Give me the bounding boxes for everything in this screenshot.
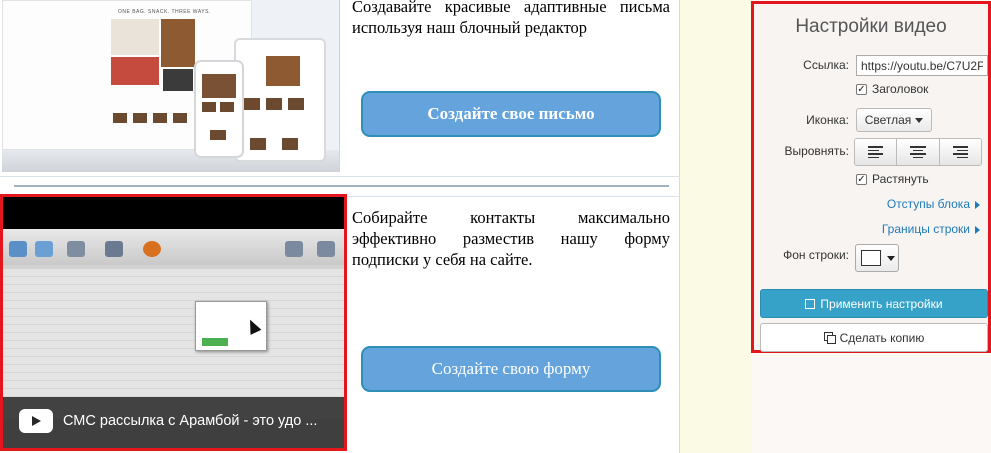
mockup-thumb [173, 113, 187, 123]
row-bg-color-picker[interactable] [855, 244, 899, 272]
align-center-icon [910, 146, 926, 148]
row-bg-label: Фон строки: [783, 248, 849, 262]
mockup-thumb [133, 113, 147, 123]
app-toolbar-icon [143, 241, 161, 257]
row2-description: Собирайте контакты максимально эффективн… [352, 208, 670, 269]
apply-settings-label: Применить настройки [820, 296, 943, 311]
mockup-thumb [250, 138, 266, 150]
icon-style-value: Светлая [864, 113, 912, 127]
align-label: Выровнять: [784, 144, 849, 158]
app-toolbar-icon [317, 241, 335, 257]
caret-right-icon [975, 201, 980, 209]
create-letter-button[interactable]: Создайте свое письмо [361, 91, 661, 137]
create-form-button[interactable]: Создайте свою форму [361, 346, 661, 392]
mockup-photo [161, 19, 195, 67]
mockup-thumb [210, 130, 226, 140]
video-title[interactable]: СМС рассылка с Арамбой - это удо ... [63, 413, 317, 429]
youtube-play-icon[interactable] [19, 409, 53, 433]
mockup-thumb [282, 138, 298, 150]
mockup-photo [163, 69, 193, 91]
email-template-mockup-image[interactable]: ONE BAG. SNACK. THREE WAYS. [2, 0, 340, 172]
editor-area: ONE BAG. SNACK. THREE WAYS. Создавайте к… [0, 0, 752, 453]
panel-title: Настройки видео [795, 16, 947, 37]
mockup-heading: ONE BAG. SNACK. THREE WAYS. [118, 9, 211, 15]
mockup-photo [202, 74, 236, 98]
mockup-thumb [153, 113, 167, 123]
apply-settings-button[interactable]: Применить настройки [760, 289, 988, 318]
icon-label: Иконка: [806, 113, 849, 127]
filter-icon [35, 241, 53, 257]
align-button-group [854, 138, 982, 166]
stretch-checkbox[interactable]: ✓ [856, 174, 867, 185]
video-settings-panel: Настройки видео Ссылка: ✓ Заголовок Икон… [751, 1, 991, 353]
align-right-button[interactable] [939, 139, 981, 165]
mockup-thumb [244, 98, 260, 110]
mockup-photo [266, 56, 300, 86]
app-toolbar-icon [9, 241, 27, 257]
video-app-toolbar [3, 229, 344, 265]
mockup-photo [111, 19, 159, 55]
mockup-photo [111, 57, 159, 85]
row1-description: Создавайте красивые адаптивные письма ис… [352, 0, 670, 37]
row-borders-link[interactable]: Границы строки [882, 222, 970, 236]
mockup-thumb [288, 98, 304, 110]
row-separator [0, 176, 680, 177]
app-toolbar-icon [67, 241, 85, 257]
mockup-thumb [266, 98, 282, 110]
mockup-thumb [202, 102, 216, 112]
checkbox-icon [805, 298, 816, 309]
header-checkbox[interactable]: ✓ [856, 84, 867, 95]
popup-select-button [202, 338, 228, 346]
copy-icon [823, 332, 836, 344]
app-toolbar-icon [105, 241, 123, 257]
align-left-button[interactable] [855, 139, 898, 165]
mockup-thumb [113, 113, 127, 123]
align-center-button[interactable] [897, 139, 940, 165]
icon-style-dropdown[interactable]: Светлая [856, 108, 932, 132]
align-right-icon [952, 146, 968, 148]
email-canvas: ONE BAG. SNACK. THREE WAYS. Создавайте к… [0, 0, 680, 453]
chevron-down-icon [887, 256, 895, 261]
make-copy-label: Сделать копию [839, 330, 925, 345]
phone-mockup [194, 60, 244, 158]
align-left-icon [868, 146, 884, 148]
color-swatch [861, 250, 881, 266]
header-checkbox-label: Заголовок [872, 82, 929, 96]
tablet-mockup [234, 38, 326, 162]
video-url-input[interactable] [856, 55, 988, 76]
mockup-thumb [220, 102, 234, 112]
link-label: Ссылка: [803, 58, 849, 72]
video-caption-bar: СМС рассылка с Арамбой - это удо ... [3, 397, 344, 448]
caret-right-icon [975, 226, 980, 234]
block-padding-link[interactable]: Отступы блока [887, 197, 970, 211]
stretch-checkbox-label: Растянуть [872, 172, 929, 186]
make-copy-button[interactable]: Сделать копию [760, 323, 988, 352]
chevron-down-icon [915, 117, 924, 123]
app-toolbar-icon [285, 241, 303, 257]
divider-line [14, 185, 669, 187]
video-block[interactable]: СМС рассылка с Арамбой - это удо ... [0, 194, 347, 451]
